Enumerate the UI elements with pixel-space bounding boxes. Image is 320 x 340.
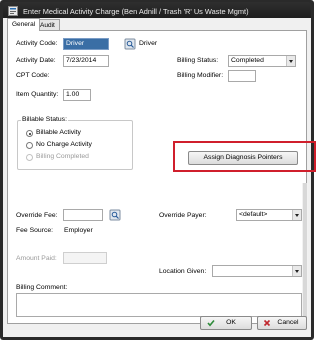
tab-general[interactable]: General: [7, 18, 41, 31]
item-quantity-input[interactable]: 1.00: [63, 89, 91, 101]
override-payer-dropdown[interactable]: <default>: [236, 209, 302, 221]
billable-status-group: Billable Status: Billable Activity No Ch…: [17, 116, 133, 170]
activity-code-input[interactable]: Driver: [63, 38, 109, 50]
checkmark-icon: [207, 319, 215, 327]
highlight-box: [173, 141, 316, 172]
window-title: Enter Medical Activity Charge (Ben Adnil…: [23, 7, 249, 16]
billable-activity-radio[interactable]: [26, 130, 33, 137]
billing-modifier-label: Billing Modifier:: [177, 72, 224, 79]
ok-button[interactable]: OK: [200, 316, 252, 330]
override-payer-label: Override Payer:: [159, 212, 207, 219]
ok-label: OK: [226, 319, 236, 326]
fee-source-value: Employer: [64, 227, 93, 234]
billing-completed-label: Billing Completed: [36, 153, 89, 160]
app-icon: [8, 6, 18, 16]
scrollbar-thumb[interactable]: [303, 183, 307, 321]
cancel-label: Cancel: [277, 319, 299, 326]
general-panel: Activity Code: Driver Driver Activity Da…: [7, 30, 316, 324]
billing-status-label: Billing Status:: [177, 57, 219, 64]
location-given-label: Location Given:: [159, 268, 207, 275]
no-charge-activity-radio[interactable]: [26, 142, 33, 149]
cpt-code-label: CPT Code:: [16, 72, 50, 79]
cancel-button[interactable]: Cancel: [257, 316, 307, 330]
activity-date-input[interactable]: 7/23/2014: [63, 55, 109, 67]
billing-modifier-input[interactable]: [228, 70, 256, 82]
override-fee-input[interactable]: [63, 209, 103, 221]
activity-code-label: Activity Code:: [16, 40, 58, 47]
dialog-client: General Audit Activity Code: Driver Driv…: [3, 18, 316, 337]
item-quantity-label: Item Quantity:: [16, 91, 59, 98]
calculator-icon[interactable]: [109, 209, 121, 221]
amount-paid-label: Amount Paid:: [16, 255, 57, 262]
activity-date-label: Activity Date:: [16, 57, 56, 64]
chevron-down-icon[interactable]: [286, 56, 295, 66]
billing-status-dropdown[interactable]: Completed: [228, 55, 296, 67]
amount-paid-input: [63, 252, 107, 264]
fee-source-label: Fee Source:: [16, 227, 54, 234]
close-icon: [263, 319, 271, 327]
billing-status-value: Completed: [231, 57, 264, 64]
lookup-icon[interactable]: [124, 38, 136, 50]
chevron-down-icon[interactable]: [292, 210, 301, 220]
no-charge-activity-label: No Charge Activity: [36, 141, 92, 148]
location-given-dropdown[interactable]: [212, 265, 302, 277]
billing-completed-radio: [26, 154, 33, 161]
activity-code-description: Driver: [139, 40, 158, 47]
billable-status-label: Billable Status:: [21, 116, 68, 123]
override-fee-label: Override Fee:: [16, 212, 58, 219]
override-payer-value: <default>: [239, 211, 268, 218]
panel-scrollbar[interactable]: [302, 183, 308, 323]
dialog-window: Enter Medical Activity Charge (Ben Adnil…: [0, 0, 316, 340]
billing-comment-textarea[interactable]: [16, 293, 302, 317]
billable-activity-label: Billable Activity: [36, 129, 81, 136]
billing-comment-label: Billing Comment:: [16, 284, 68, 291]
chevron-down-icon[interactable]: [292, 266, 301, 276]
